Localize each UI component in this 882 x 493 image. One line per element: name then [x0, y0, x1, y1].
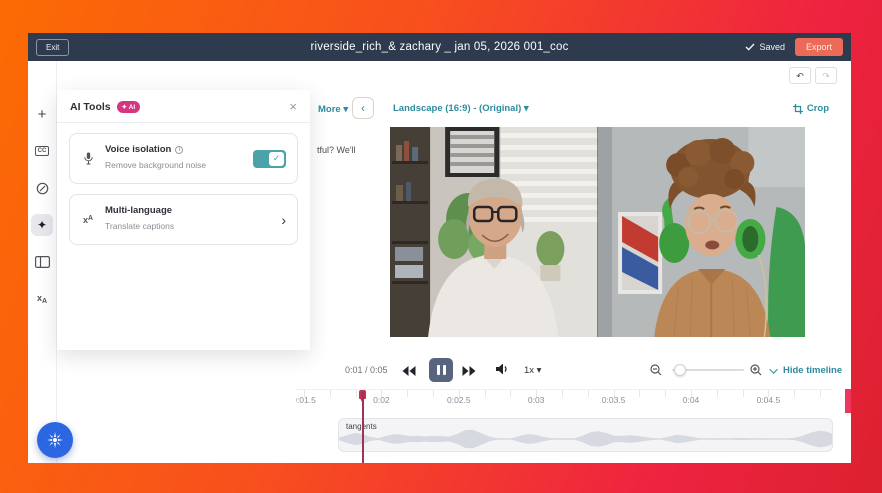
layout-button[interactable]	[31, 251, 53, 273]
time-display: 0:01 / 0:05	[345, 365, 388, 375]
chevron-down-icon	[769, 365, 777, 373]
minor-tick	[510, 390, 511, 397]
timeline-zoom-slider[interactable]	[672, 369, 744, 371]
translate-button[interactable]: xA	[31, 288, 53, 310]
tick-label: 0:03	[528, 395, 545, 405]
ai-tools-panel-header: AI Tools ✦ AI ×	[57, 90, 310, 123]
collapse-panel-button[interactable]: ‹	[352, 97, 374, 119]
minor-tick	[794, 390, 795, 397]
minor-tick	[588, 390, 589, 397]
saved-label: Saved	[759, 42, 785, 52]
ai-sparkle-icon: ✦	[37, 218, 47, 232]
tick-label: 0:04	[683, 395, 700, 405]
minor-tick	[330, 390, 331, 397]
aspect-ratio-dropdown[interactable]: Landscape (16:9) - (Original) ▾	[393, 103, 529, 114]
toggle-check-icon: ✓	[269, 152, 284, 166]
minor-tick	[562, 390, 563, 397]
voice-isolation-card[interactable]: Voice isolation i Remove background noise…	[69, 133, 298, 184]
redo-button[interactable]: ↷	[815, 67, 837, 84]
tool-title: Multi-language	[105, 205, 172, 216]
ai-badge: ✦ AI	[117, 101, 141, 113]
waveform	[339, 426, 833, 452]
top-bar: Exit riverside_rich_& zachary _ jan 05, …	[28, 33, 851, 61]
microphone-icon	[81, 152, 95, 165]
minor-tick	[665, 390, 666, 397]
zoom-in-icon[interactable]	[750, 364, 762, 379]
timeline-ruler[interactable]: 0:01.5 0:02 0:02.5 0:03 0:03.5 0:04 0:04.5	[296, 389, 833, 413]
tick-label: 0:03.5	[602, 395, 626, 405]
pause-button[interactable]	[429, 358, 453, 382]
crop-label: Crop	[807, 103, 829, 114]
tick-label: 0:01.5	[296, 395, 316, 405]
layout-icon	[35, 256, 50, 268]
captions-icon: CC	[35, 146, 50, 156]
ai-tools-panel: AI Tools ✦ AI × Voice isolation i Remove …	[57, 90, 310, 350]
ai-assistant-fab[interactable]	[37, 422, 73, 458]
hide-timeline-button[interactable]: Hide timeline	[772, 365, 842, 376]
tool-description: Remove background noise	[105, 160, 206, 170]
panel-title: AI Tools	[70, 101, 111, 113]
clip-end-marker	[845, 389, 851, 413]
translate-icon: xA	[81, 215, 95, 225]
minor-tick	[433, 390, 434, 397]
chevron-right-icon: ›	[281, 212, 286, 228]
fast-forward-button[interactable]	[462, 364, 476, 379]
speed-button[interactable]	[31, 177, 53, 199]
project-title: riverside_rich_& zachary _ jan 05, 2026 …	[28, 41, 851, 53]
audio-waveform-track[interactable]: tangents	[338, 418, 833, 452]
voice-isolation-toggle[interactable]: ✓	[253, 150, 286, 168]
translate-icon: xA	[37, 293, 47, 305]
slider-handle[interactable]	[674, 364, 686, 376]
hide-timeline-label: Hide timeline	[783, 365, 842, 376]
plus-icon: +	[38, 106, 47, 123]
info-icon: i	[175, 146, 183, 154]
video-speaker-left	[390, 127, 598, 337]
editor-content: ↶ ↷ + CC ✦ xA	[28, 61, 851, 463]
export-button[interactable]: Export	[795, 38, 843, 56]
saved-status: Saved	[745, 42, 785, 52]
rewind-button[interactable]	[402, 364, 416, 379]
captions-button[interactable]: CC	[31, 140, 53, 162]
transport-bar: 0:01 / 0:05 1x ▾	[28, 357, 851, 385]
close-icon[interactable]: ×	[289, 102, 297, 112]
minor-tick	[717, 390, 718, 397]
playback-speed-dropdown[interactable]: 1x ▾	[524, 365, 541, 376]
tool-title: Voice isolation	[105, 144, 171, 155]
multi-language-card[interactable]: xA Multi-language Translate captions ›	[69, 194, 298, 245]
minor-tick	[820, 390, 821, 397]
page-background: Exit riverside_rich_& zachary _ jan 05, …	[0, 0, 882, 493]
crop-icon	[793, 104, 803, 114]
check-icon	[745, 43, 755, 51]
minor-tick	[485, 390, 486, 397]
undo-button[interactable]: ↶	[789, 67, 811, 84]
history-controls: ↶ ↷	[789, 67, 837, 84]
sparkle-burst-icon	[46, 431, 64, 449]
tick-label: 0:04.5	[757, 395, 781, 405]
video-preview[interactable]	[390, 127, 805, 337]
add-media-button[interactable]: +	[31, 103, 53, 125]
more-dropdown[interactable]: More ▾	[318, 104, 348, 115]
volume-button[interactable]	[496, 363, 509, 378]
minor-tick	[356, 390, 357, 397]
editor-window: Exit riverside_rich_& zachary _ jan 05, …	[28, 33, 851, 463]
minor-tick	[407, 390, 408, 397]
zoom-out-icon[interactable]	[650, 364, 662, 379]
video-speaker-right	[598, 127, 806, 337]
tick-label: 0:02.5	[447, 395, 471, 405]
tick-label: 0:02	[373, 395, 390, 405]
crop-button[interactable]: Crop	[793, 103, 829, 114]
pause-icon	[437, 365, 440, 375]
transcript-fragment: tful? We'll	[317, 145, 356, 155]
pause-icon	[443, 365, 446, 375]
minor-tick	[743, 390, 744, 397]
tool-description: Translate captions	[105, 221, 174, 231]
minor-tick	[639, 390, 640, 397]
left-icon-rail: + CC ✦ xA	[28, 61, 57, 463]
ai-tools-button[interactable]: ✦	[31, 214, 53, 236]
speed-gauge-icon	[36, 182, 49, 195]
